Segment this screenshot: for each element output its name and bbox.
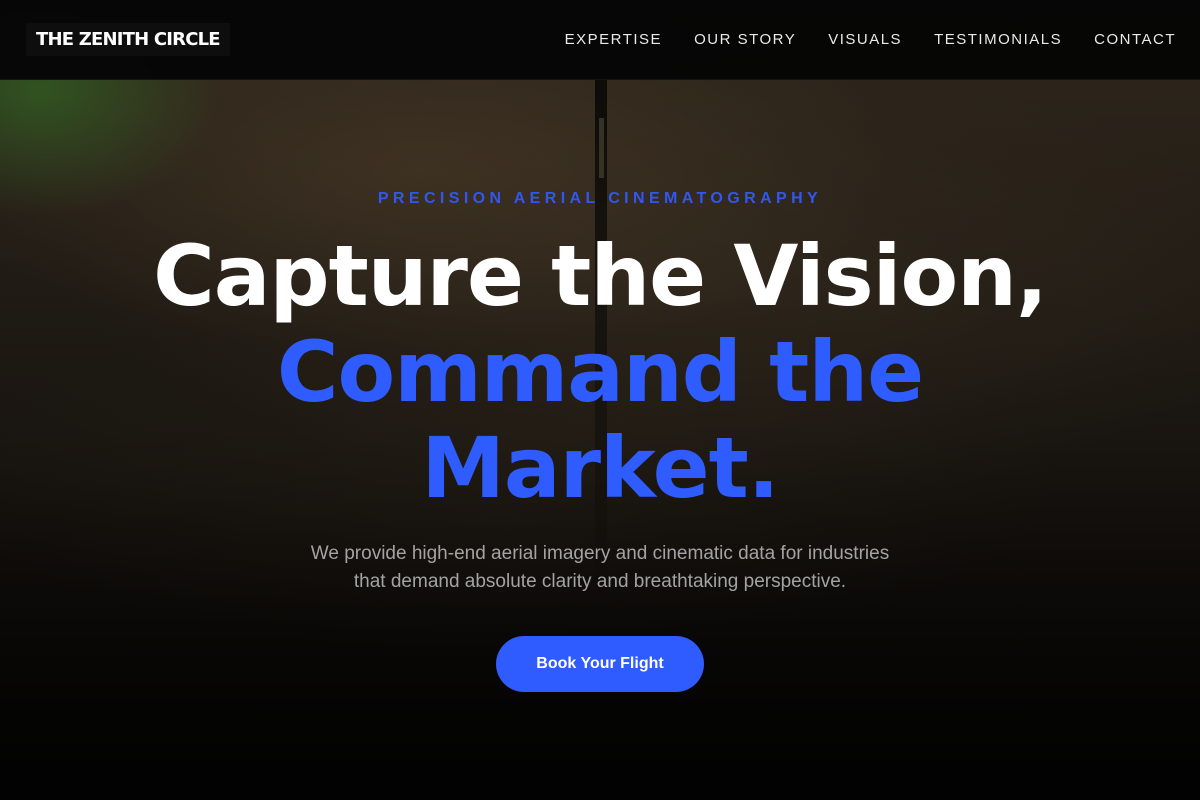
page: THE ZENITH CIRCLE EXPERTISE OUR STORY VI… <box>0 0 1200 800</box>
hero-headline-line-2: Command the <box>276 323 924 421</box>
hero-section: PRECISION AERIAL CINEMATOGRAPHY Capture … <box>0 80 1200 800</box>
nav-link-our-story[interactable]: OUR STORY <box>694 31 796 48</box>
site-header: THE ZENITH CIRCLE EXPERTISE OUR STORY VI… <box>0 0 1200 80</box>
hero-headline-line-3: Market. <box>421 419 779 517</box>
hero-description: We provide high-end aerial imagery and c… <box>250 540 950 596</box>
main-nav: EXPERTISE OUR STORY VISUALS TESTIMONIALS… <box>565 31 1176 48</box>
nav-link-testimonials[interactable]: TESTIMONIALS <box>934 31 1062 48</box>
nav-link-visuals[interactable]: VISUALS <box>828 31 902 48</box>
hero-headline: Capture the Vision, Command the Market. <box>0 228 1200 516</box>
hero-description-line-1: We provide high-end aerial imagery and c… <box>310 543 890 564</box>
hero-description-line-2: that demand absolute clarity and breatht… <box>353 571 847 592</box>
site-logo[interactable]: THE ZENITH CIRCLE <box>26 23 230 56</box>
nav-link-contact[interactable]: CONTACT <box>1094 31 1176 48</box>
book-flight-button[interactable]: Book Your Flight <box>496 636 704 692</box>
nav-link-expertise[interactable]: EXPERTISE <box>565 31 662 48</box>
hero-eyebrow: PRECISION AERIAL CINEMATOGRAPHY <box>377 190 823 207</box>
hero-headline-line-1: Capture the Vision, <box>153 227 1048 325</box>
